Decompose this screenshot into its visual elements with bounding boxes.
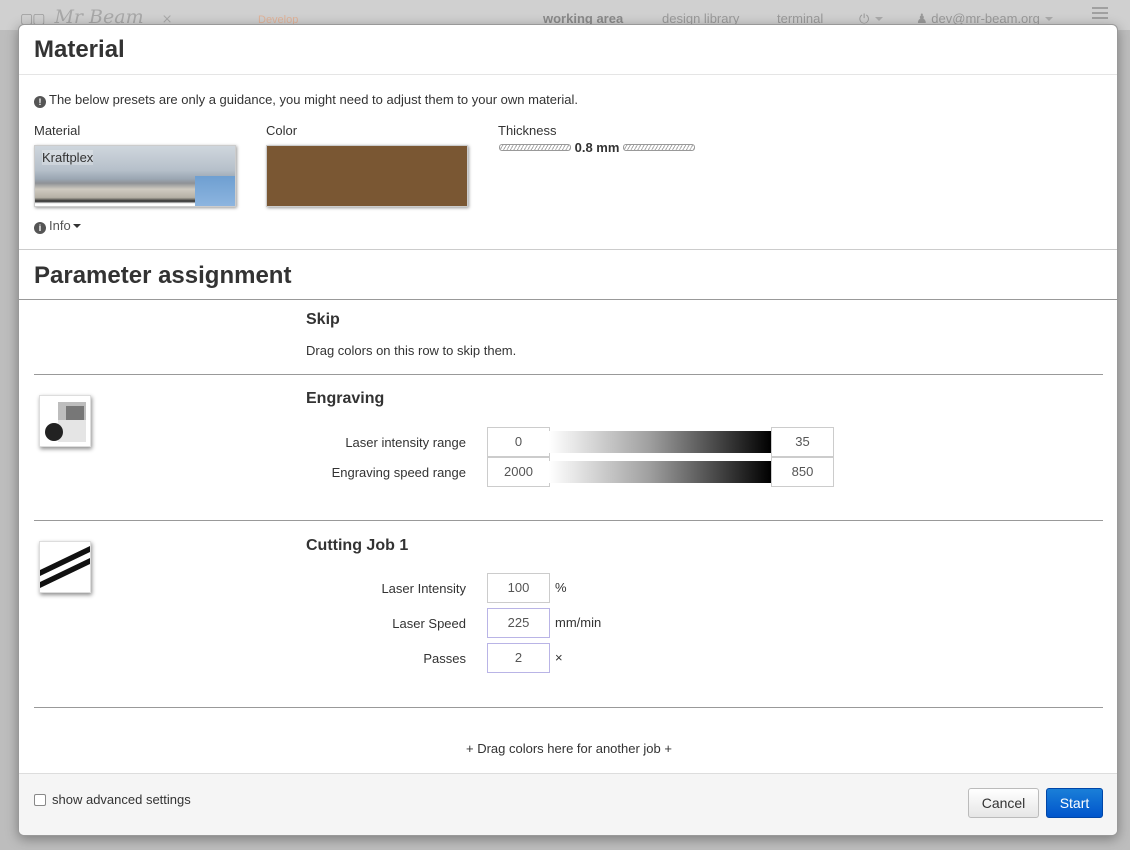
start-button[interactable]: Start xyxy=(1046,788,1103,818)
thickness-label: Thickness xyxy=(498,123,557,138)
engraving-speed-range-label: Engraving speed range xyxy=(331,465,466,480)
percent-unit: % xyxy=(555,580,567,595)
dialog-title: Material xyxy=(34,36,125,63)
divider xyxy=(34,520,1103,521)
material-image xyxy=(195,176,235,206)
info-dropdown[interactable]: i Info xyxy=(34,218,81,234)
chevron-down-icon xyxy=(1045,17,1054,21)
passes-label: Passes xyxy=(423,651,466,666)
thickness-slider-left[interactable] xyxy=(499,144,571,151)
hamburger-menu-icon[interactable] xyxy=(1092,7,1108,22)
material-label: Material xyxy=(34,123,81,138)
skip-title: Skip xyxy=(306,311,340,328)
intensity-gradient xyxy=(549,431,771,453)
divider xyxy=(19,249,1117,250)
material-name: Kraftplex xyxy=(42,150,94,165)
info-label: Info xyxy=(49,218,71,233)
intensity-max-input[interactable]: 35 xyxy=(771,427,834,457)
divider xyxy=(19,299,1117,300)
speed-gradient xyxy=(549,461,771,483)
cutting-job-icon[interactable] xyxy=(39,541,91,593)
thickness-value: 0.8 mm xyxy=(574,140,620,155)
laser-speed-input[interactable]: 225 xyxy=(487,608,550,638)
material-selector[interactable]: Kraftplex xyxy=(34,145,236,207)
parameter-assignment-title: Parameter assignment xyxy=(34,262,292,289)
speed-unit: mm/min xyxy=(555,615,602,630)
engraving-icon[interactable] xyxy=(39,395,91,447)
intensity-min-input[interactable]: 0 xyxy=(487,427,550,457)
color-label: Color xyxy=(266,123,298,138)
laser-intensity-range-label: Laser intensity range xyxy=(345,435,466,450)
advanced-settings-checkbox[interactable] xyxy=(34,794,46,806)
speed-max-input[interactable]: 850 xyxy=(771,457,834,487)
dialog-footer: show advanced settings Cancel Start xyxy=(19,773,1117,835)
laser-intensity-label: Laser Intensity xyxy=(381,581,466,596)
chevron-down-icon xyxy=(72,224,81,228)
notice-text: The below presets are only a guidance, y… xyxy=(49,92,578,107)
speed-min-input[interactable]: 2000 xyxy=(487,457,550,487)
laser-speed-label: Laser Speed xyxy=(392,616,466,631)
info-icon: i xyxy=(34,222,46,234)
color-swatch[interactable] xyxy=(266,145,468,207)
cancel-button[interactable]: Cancel xyxy=(968,788,1039,818)
guidance-notice: ! The below presets are only a guidance, … xyxy=(34,92,578,108)
thickness-slider-right[interactable] xyxy=(623,144,696,151)
cutting-job-title: Cutting Job 1 xyxy=(306,537,409,554)
passes-input[interactable]: 2 xyxy=(487,643,550,673)
dialog-body: ! The below presets are only a guidance, … xyxy=(19,75,1117,775)
divider xyxy=(34,374,1103,375)
advanced-settings-toggle[interactable]: show advanced settings xyxy=(34,792,191,807)
laser-intensity-input[interactable]: 100 xyxy=(487,573,550,603)
advanced-settings-label: show advanced settings xyxy=(52,792,191,807)
passes-unit: × xyxy=(555,650,563,665)
exclamation-icon: ! xyxy=(34,96,46,108)
thickness-selector[interactable]: 0.8 mm xyxy=(499,140,696,155)
engraving-title: Engraving xyxy=(306,390,385,407)
skip-description: Drag colors on this row to skip them. xyxy=(306,343,517,358)
divider xyxy=(34,707,1103,708)
material-dialog: Material ! The below presets are only a g… xyxy=(18,24,1118,836)
new-job-drop-zone[interactable]: + Drag colors here for another job + xyxy=(19,741,1117,756)
chevron-down-icon xyxy=(874,17,883,21)
dialog-header: Material xyxy=(19,25,1117,75)
